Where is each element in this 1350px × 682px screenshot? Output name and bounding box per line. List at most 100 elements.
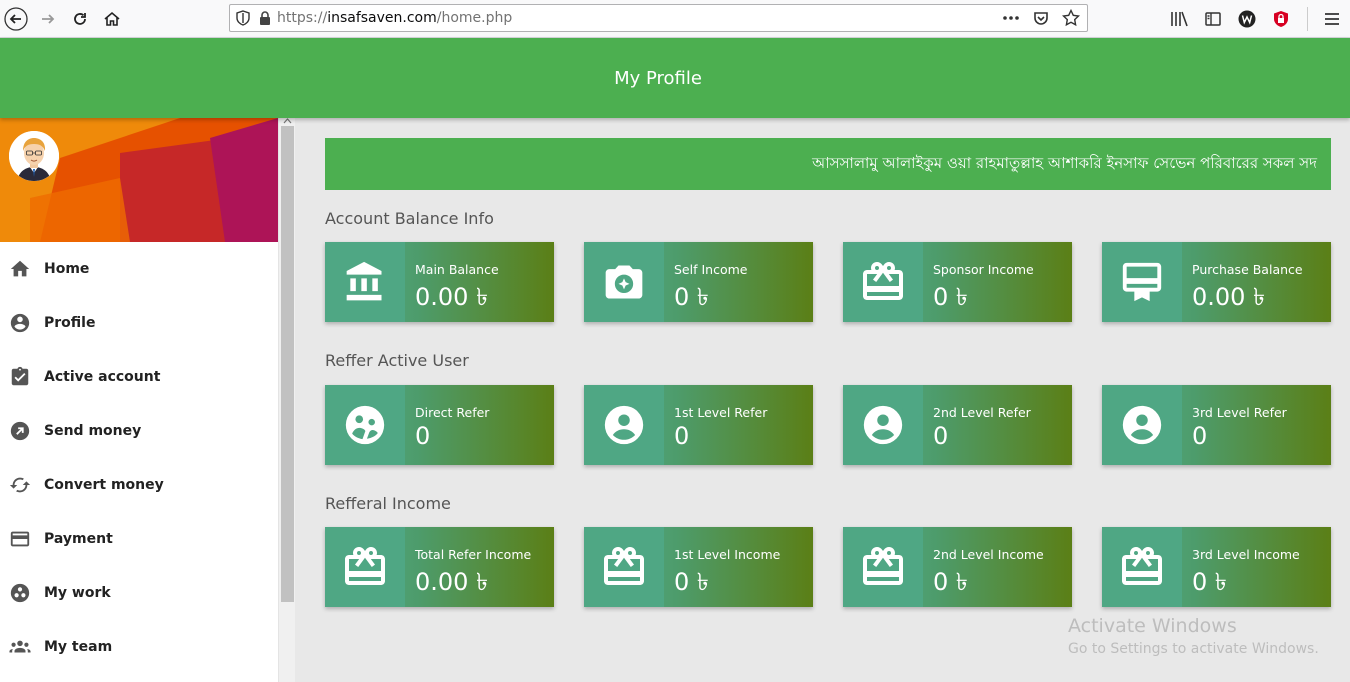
card-1st-level-income[interactable]: 1st Level Income 0 ৳ (584, 527, 813, 607)
card-value: 0 ৳ (674, 283, 709, 311)
card-total-refer-income[interactable]: Total Refer Income 0.00 ৳ (325, 527, 554, 607)
app-header: My Profile (0, 38, 1350, 118)
assignment-check-icon (9, 366, 31, 388)
sidebar-item-my-work[interactable]: My work (0, 566, 278, 620)
card-sponsor-income[interactable]: Sponsor Income 0 ৳ (843, 242, 1072, 322)
card-value: 0 (674, 422, 690, 450)
card-value: 0 ৳ (1192, 568, 1227, 596)
sidebar-toggle-icon[interactable] (1203, 9, 1223, 29)
reffer-active-user-cards: Direct Refer 0 1st Level Refer 0 2nd Level… (325, 385, 1331, 465)
browser-toolbar: https://insafsaven.com/home.php (0, 0, 1350, 38)
gift-card-icon (863, 547, 903, 585)
card-label: Purchase Balance (1192, 262, 1303, 277)
card-2nd-level-income[interactable]: 2nd Level Income 0 ৳ (843, 527, 1072, 607)
hamburger-menu-icon[interactable] (1322, 9, 1342, 29)
library-icon[interactable] (1169, 9, 1189, 29)
sidebar-item-home[interactable]: Home (0, 242, 278, 296)
card-value: 0.00 ৳ (1192, 283, 1266, 311)
home-outline-icon (104, 11, 120, 26)
card-value: 0.00 ৳ (415, 283, 489, 311)
watermark-title: Activate Windows (1068, 615, 1237, 637)
card-label: 1st Level Income (674, 547, 781, 562)
account-circle-icon (9, 312, 31, 334)
sidebar-item-label: Convert money (44, 477, 164, 493)
card-label: Direct Refer (415, 405, 490, 420)
card-label: 3rd Level Income (1192, 547, 1300, 562)
home-icon (9, 258, 31, 280)
user-avatar-icon (9, 131, 59, 181)
sidebar-banner (0, 118, 278, 242)
scroll-up-arrow-icon[interactable] (279, 118, 295, 126)
gift-card-icon (604, 547, 644, 585)
sidebar: Home Profile Active account Send money C… (0, 118, 278, 682)
card-3rd-level-refer[interactable]: 3rd Level Refer 0 (1102, 385, 1331, 465)
credit-card-icon (9, 528, 31, 550)
sync-icon (9, 474, 31, 496)
bookmark-star-icon[interactable] (1061, 8, 1081, 28)
bank-icon (346, 261, 382, 301)
address-bar[interactable]: https://insafsaven.com/home.php (229, 4, 1088, 32)
sidebar-item-label: Active account (44, 369, 161, 385)
forward-button[interactable] (34, 5, 62, 33)
card-value: 0 (933, 422, 949, 450)
windows-activation-watermark: Activate Windows Go to Settings to activ… (1068, 615, 1319, 657)
sidebar-item-profile[interactable]: Profile (0, 296, 278, 350)
card-value: 0 (415, 422, 431, 450)
sidebar-item-label: Home (44, 261, 90, 277)
lock-icon[interactable] (256, 11, 274, 25)
main-content: আসসালামু আলাইকুম ওয়া রাহমাতুল্লাহ আশাকর… (295, 118, 1350, 682)
url-scheme: https:// (277, 10, 328, 26)
sidebar-item-send-money[interactable]: Send money (0, 404, 278, 458)
extension-shield-icon[interactable] (1271, 9, 1291, 29)
card-direct-refer[interactable]: Direct Refer 0 (325, 385, 554, 465)
sidebar-item-convert-money[interactable]: Convert money (0, 458, 278, 512)
group-circle-icon (345, 405, 385, 445)
sidebar-item-payment[interactable]: Payment (0, 512, 278, 566)
card-label: 3rd Level Refer (1192, 405, 1287, 420)
tracking-shield-icon[interactable] (230, 5, 256, 31)
card-1st-level-refer[interactable]: 1st Level Refer 0 (584, 385, 813, 465)
card-value: 0 ৳ (674, 568, 709, 596)
sidebar-item-active-account[interactable]: Active account (0, 350, 278, 404)
sidebar-item-label: My team (44, 639, 113, 655)
refferal-income-cards: Total Refer Income 0.00 ৳ 1st Level Incom… (325, 527, 1331, 607)
page-actions-icon[interactable] (1001, 8, 1021, 28)
extension-w-icon[interactable] (1237, 9, 1257, 29)
home-button[interactable] (98, 5, 126, 33)
scrollbar-thumb[interactable] (281, 126, 294, 602)
announcement-marquee: আসসালামু আলাইকুম ওয়া রাহমাতুল্লাহ আশাকর… (325, 138, 1331, 190)
section-title-reffer-active-user: Reffer Active User (325, 351, 469, 370)
card-label: Sponsor Income (933, 262, 1034, 277)
pocket-icon[interactable] (1031, 8, 1051, 28)
watermark-subtitle: Go to Settings to activate Windows. (1068, 641, 1319, 657)
back-arrow-icon (4, 6, 28, 31)
section-title-account-balance: Account Balance Info (325, 209, 494, 228)
card-purchase-balance[interactable]: Purchase Balance 0.00 ৳ (1102, 242, 1331, 322)
card-value: 0 (1192, 422, 1208, 450)
sidebar-item-label: Payment (44, 531, 113, 547)
sidebar-scrollbar[interactable] (278, 118, 295, 682)
reload-icon (74, 12, 86, 25)
url-host: insafsaven.com (327, 10, 437, 26)
card-main-balance[interactable]: Main Balance 0.00 ৳ (325, 242, 554, 322)
card-self-income[interactable]: Self Income 0 ৳ (584, 242, 813, 322)
card-2nd-level-refer[interactable]: 2nd Level Refer 0 (843, 385, 1072, 465)
sidebar-item-my-team[interactable]: My team (0, 620, 278, 674)
workspaces-icon (9, 582, 31, 604)
sidebar-item-label: My work (44, 585, 111, 601)
card-label: Main Balance (415, 262, 499, 277)
account-circle-icon (1122, 405, 1162, 445)
card-label: Self Income (674, 262, 748, 277)
card-value: 0 ৳ (933, 568, 968, 596)
forward-arrow-icon (42, 13, 55, 24)
avatar[interactable] (9, 131, 59, 181)
card-3rd-level-income[interactable]: 3rd Level Income 0 ৳ (1102, 527, 1331, 607)
url-text[interactable]: https://insafsaven.com/home.php (277, 10, 512, 26)
card-value: 0.00 ৳ (415, 568, 489, 596)
sidebar-item-label: Profile (44, 315, 96, 331)
reload-button[interactable] (66, 5, 94, 33)
back-button[interactable] (2, 5, 30, 33)
gift-card-icon (1122, 547, 1162, 585)
card-label: 2nd Level Refer (933, 405, 1031, 420)
account-balance-cards: Main Balance 0.00 ৳ Self Income 0 ৳ Sponso… (325, 242, 1331, 322)
